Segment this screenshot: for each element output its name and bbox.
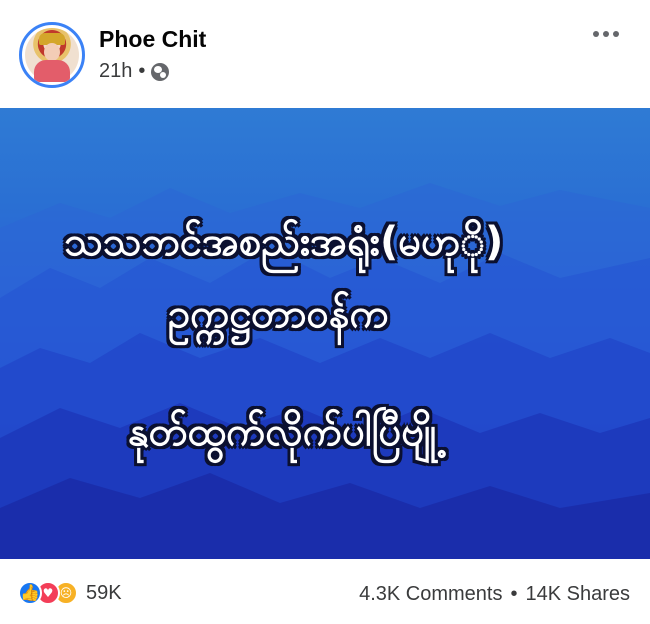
post-image[interactable]: သသဘင်အစည်းအရုံး(မဟုို) ဥက္ကဋ္ဌတာဝန်က နုတ… bbox=[0, 108, 650, 559]
post-meta: 21h • bbox=[99, 60, 170, 83]
post-footer: 👍 ♥ ☹ 59K 4.3K Comments • 14K Shares bbox=[0, 559, 650, 624]
more-options-button[interactable] bbox=[588, 22, 624, 46]
reactions-summary[interactable]: 👍 ♥ ☹ 59K bbox=[18, 581, 122, 605]
post-text-line-3: နုတ်ထွက်လိုက်ပါပြီဗျို့ bbox=[128, 409, 437, 455]
avatar-image bbox=[25, 28, 79, 82]
post-text-line-2: ဥက္ကဋ္ဌတာဝန်က bbox=[168, 291, 389, 337]
avatar[interactable] bbox=[19, 22, 85, 88]
avatar-robe bbox=[34, 60, 70, 82]
globe-icon bbox=[151, 62, 170, 81]
more-dot-icon bbox=[593, 31, 599, 37]
post-card: Phoe Chit 21h • သသဘင်အစည်းအရုံး(မဟုို) ဥ… bbox=[0, 0, 650, 624]
avatar-face bbox=[44, 43, 60, 61]
post-stats: 4.3K Comments • 14K Shares bbox=[359, 583, 630, 606]
more-dot-icon bbox=[613, 31, 619, 37]
post-text-line-1: သသဘင်အစည်းအရုံး(မဟုို) bbox=[64, 219, 504, 265]
meta-separator: • bbox=[138, 60, 146, 82]
comments-count[interactable]: 4.3K Comments bbox=[359, 583, 502, 606]
reaction-count: 59K bbox=[86, 581, 122, 604]
post-time[interactable]: 21h bbox=[99, 60, 132, 83]
like-icon: 👍 bbox=[18, 581, 42, 605]
shares-count[interactable]: 14K Shares bbox=[525, 583, 630, 606]
post-header: Phoe Chit 21h • bbox=[0, 0, 650, 108]
author-name[interactable]: Phoe Chit bbox=[99, 26, 206, 53]
stats-separator: • bbox=[510, 583, 518, 605]
more-dot-icon bbox=[603, 31, 609, 37]
